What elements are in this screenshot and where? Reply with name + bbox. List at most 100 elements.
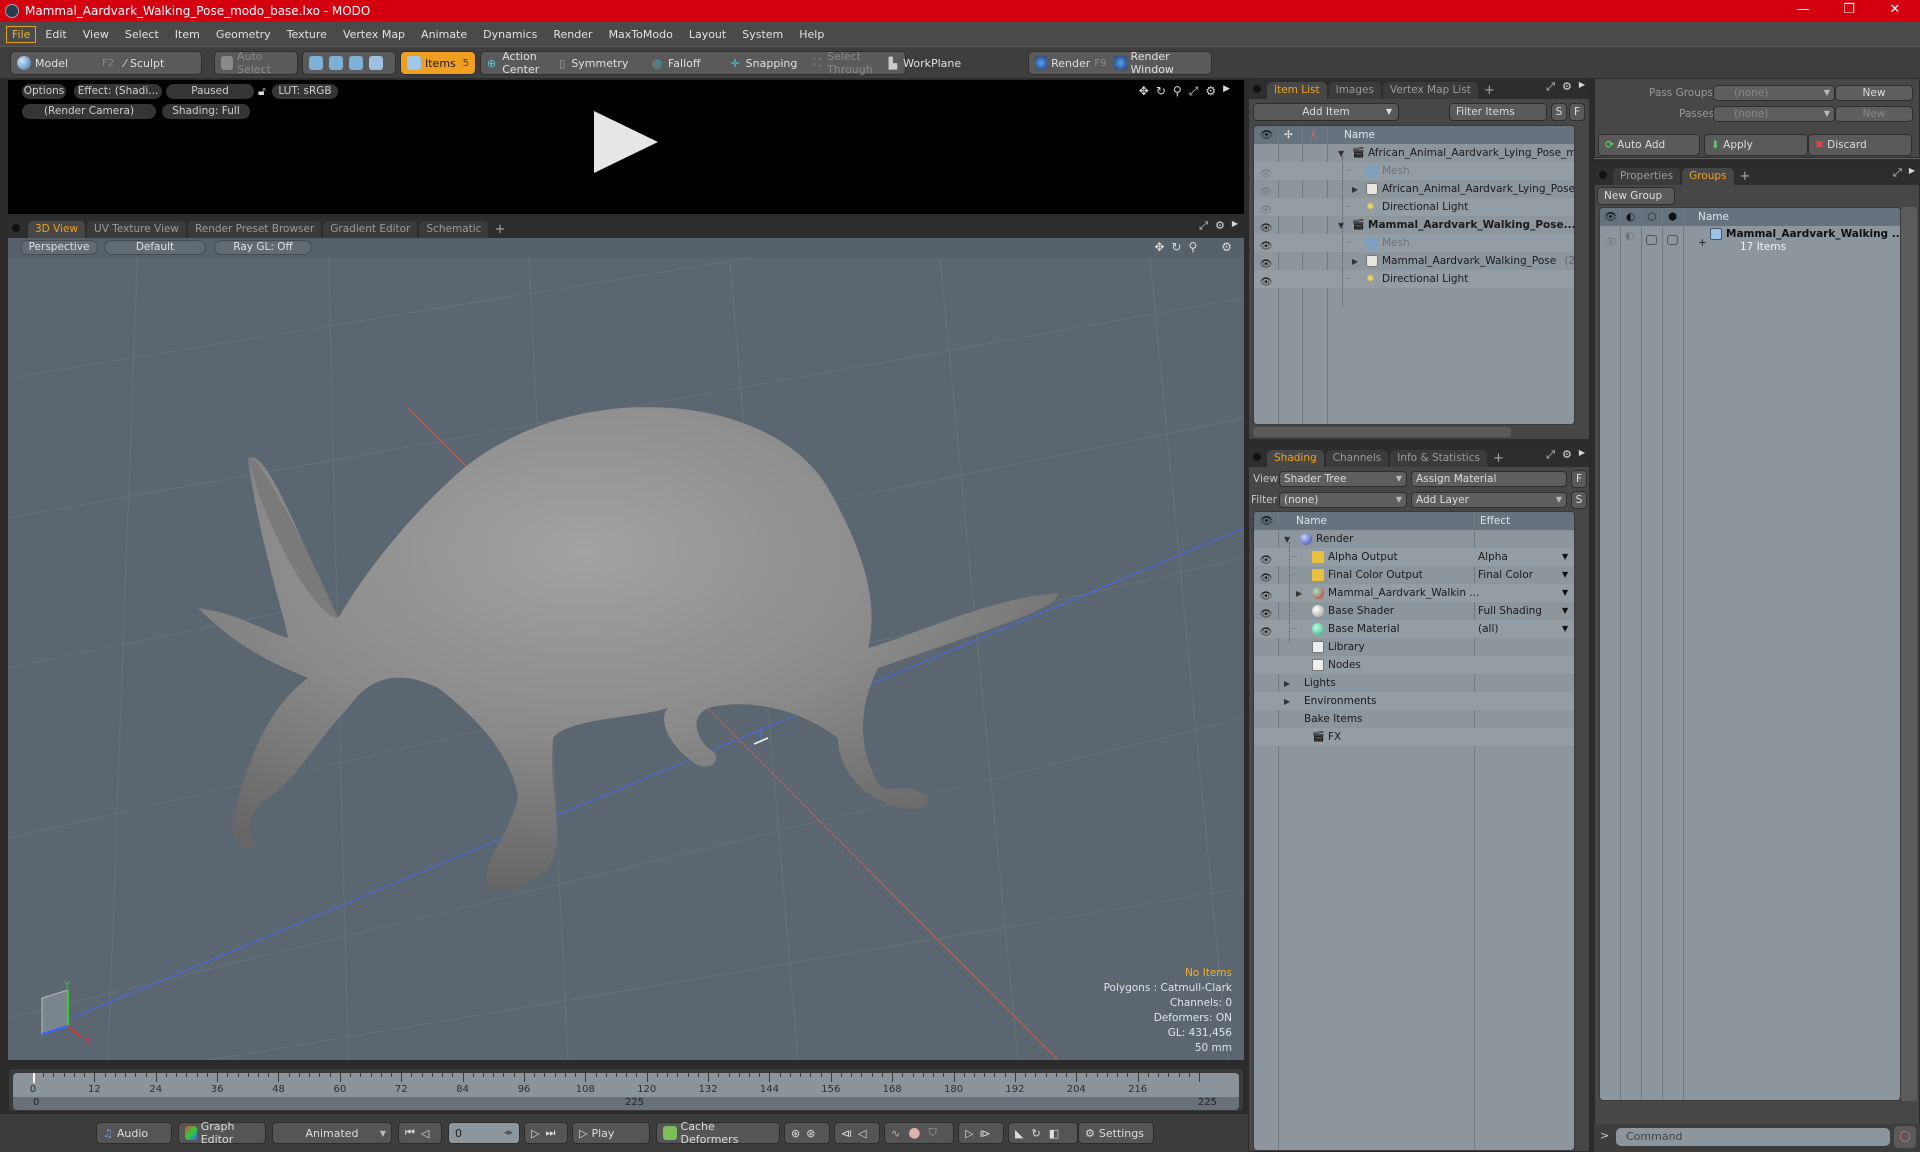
render-button[interactable]: Render bbox=[1051, 57, 1090, 70]
item-list-row[interactable]: 👁︎ ┈ Mesh bbox=[1254, 162, 1574, 180]
polygons-mode-icon[interactable] bbox=[349, 56, 363, 70]
shader-tree-row[interactable]: Library bbox=[1254, 638, 1574, 656]
eye-icon[interactable]: 👁︎ bbox=[1258, 166, 1274, 180]
add-tab-button[interactable]: + bbox=[1489, 450, 1508, 467]
effect-value[interactable]: Alpha bbox=[1478, 548, 1508, 566]
vp-settings-gear-icon[interactable]: ⚙ bbox=[1221, 240, 1232, 254]
select-toggle-box[interactable] bbox=[1667, 235, 1678, 245]
lock-col-icon[interactable]: ⬡ bbox=[1647, 208, 1656, 226]
preview-camera-dropdown[interactable]: (Render Camera) bbox=[22, 104, 156, 119]
frame-input[interactable]: 0 ◂▸ bbox=[448, 1122, 520, 1144]
eye-icon[interactable]: 👁︎ bbox=[1258, 184, 1274, 198]
group-row[interactable]: 👁︎ ◐ + Mammal_Aardvark_Walking ... 17 It… bbox=[1600, 226, 1900, 258]
item-list-row[interactable]: 👁︎ ┈ ✹ Directional Light bbox=[1254, 198, 1574, 216]
items-mode-button[interactable]: Items 5 bbox=[400, 51, 476, 75]
vp-pan-icon[interactable]: ✥ bbox=[1154, 240, 1164, 254]
shader-tree-row[interactable]: Bake Items bbox=[1254, 710, 1574, 728]
preview-shading-dropdown[interactable]: Shading: Full bbox=[162, 104, 250, 119]
tab-shading[interactable]: Shading bbox=[1267, 450, 1324, 467]
expand-closed-icon[interactable]: ▶ bbox=[1284, 693, 1290, 711]
shader-tree-row[interactable]: 👁︎ ┈ Alpha Output Alpha ▼ bbox=[1254, 548, 1574, 566]
key-up-icon[interactable]: ⊛ bbox=[791, 1127, 800, 1140]
eye-icon[interactable]: 👁︎ bbox=[1258, 624, 1274, 638]
goto-end-icon[interactable]: ⏭ bbox=[545, 1126, 555, 1140]
tab-schematic[interactable]: Schematic bbox=[419, 221, 489, 238]
key-filter-icon[interactable]: ⛉ bbox=[928, 1126, 936, 1140]
visibility-col-icon[interactable]: 👁︎ bbox=[1260, 512, 1273, 530]
eye-icon[interactable]: 👁︎ bbox=[1258, 552, 1274, 566]
eye-icon[interactable]: 👁︎ bbox=[1258, 588, 1274, 602]
shader-tree-row[interactable]: 👁︎ ┈ Base Shader Full Shading ▼ bbox=[1254, 602, 1574, 620]
add-layer-dropdown[interactable]: Add Layer ▼ bbox=[1411, 492, 1567, 508]
preview-effect-dropdown[interactable]: Effect: (Shadi... bbox=[74, 84, 162, 99]
viewport-expand-icon[interactable]: ▶ bbox=[1232, 219, 1238, 233]
audio-button[interactable]: ♫ Audio bbox=[96, 1122, 172, 1144]
play-button[interactable]: ▷ Play bbox=[572, 1122, 650, 1144]
close-button[interactable]: ✕ bbox=[1872, 0, 1918, 22]
frame-spinner-icon[interactable]: ◂▸ bbox=[504, 1128, 513, 1138]
shading-s-button[interactable]: S bbox=[1571, 491, 1587, 509]
effect-value[interactable]: Full Shading bbox=[1478, 602, 1542, 620]
sh-maximize-icon[interactable]: ⤢ bbox=[1546, 448, 1555, 462]
render-col-icon[interactable]: ◐ bbox=[1626, 208, 1635, 226]
timeline-ruler[interactable]: 0 12 24 36 48 60 72 84 96 108 120 132 144 156 168 180 19… bbox=[13, 1073, 1239, 1097]
sculpt-button[interactable]: Sculpt bbox=[130, 57, 164, 70]
visibility-col-icon[interactable]: 👁︎ bbox=[1260, 126, 1273, 144]
expand-closed-icon[interactable]: ▶ bbox=[1284, 675, 1290, 693]
key-copy-icon[interactable]: ◧ bbox=[1049, 1127, 1059, 1140]
effect-dropdown-icon[interactable]: ▼ bbox=[1562, 566, 1568, 584]
menu-help[interactable]: Help bbox=[792, 26, 831, 43]
next-key-icon[interactable]: ▷ bbox=[531, 1127, 539, 1140]
tab-info-statistics[interactable]: Info & Statistics bbox=[1390, 450, 1487, 467]
effect-column-header[interactable]: Effect bbox=[1480, 512, 1510, 530]
tab-render-preset-browser[interactable]: Render Preset Browser bbox=[187, 221, 322, 238]
action-center-button[interactable]: Action Center bbox=[502, 50, 539, 76]
passes-dropdown[interactable]: (none) ▼ bbox=[1713, 106, 1835, 122]
tab-channels[interactable]: Channels bbox=[1325, 450, 1389, 467]
shader-tree-row[interactable]: 👁︎ ▶ Mammal_Aardvark_Walkin ... ▼ bbox=[1254, 584, 1574, 602]
pan-icon[interactable]: ✥ bbox=[1139, 84, 1149, 99]
tab-vertex-map-list[interactable]: Vertex Map List bbox=[1382, 82, 1478, 99]
menu-edit[interactable]: Edit bbox=[38, 26, 73, 43]
pass-groups-new-button[interactable]: New bbox=[1835, 85, 1913, 101]
effect-dropdown-icon[interactable]: ▼ bbox=[1562, 620, 1568, 638]
menu-system[interactable]: System bbox=[735, 26, 790, 43]
menu-render[interactable]: Render bbox=[546, 26, 599, 43]
gr-maximize-icon[interactable]: ⤢ bbox=[1893, 166, 1902, 180]
menu-animate[interactable]: Animate bbox=[414, 26, 474, 43]
eye-icon[interactable]: 👁︎ bbox=[1258, 606, 1274, 620]
axis-col-icon[interactable]: ⅄ bbox=[1310, 126, 1316, 144]
item-list-row[interactable]: 👁︎ ▼ 🎬︎ Mammal_Aardvark_Walking_Pose... bbox=[1254, 216, 1574, 234]
eye-icon[interactable]: 👁︎ bbox=[1258, 202, 1274, 216]
groups-vscrollbar[interactable] bbox=[1901, 207, 1917, 1101]
item-list-row[interactable]: 👁︎ ▶ African_Animal_Aardvark_Lying_Pose ..… bbox=[1254, 180, 1574, 198]
graph-editor-button[interactable]: Graph Editor bbox=[178, 1120, 266, 1146]
shader-tree-row[interactable]: 🎬︎ FX bbox=[1254, 728, 1574, 746]
key-loop-icon[interactable]: ↻ bbox=[1031, 1127, 1040, 1140]
sh-gear-icon[interactable]: ⚙ bbox=[1562, 448, 1572, 462]
next-keyframe-icon[interactable]: ▷ bbox=[965, 1127, 973, 1140]
preview-paused-button[interactable]: Paused bbox=[166, 84, 254, 99]
materials-mode-icon[interactable] bbox=[369, 56, 383, 70]
expand-closed-icon[interactable]: ▶ bbox=[1296, 585, 1302, 603]
gr-expand-icon[interactable]: ▶ bbox=[1909, 166, 1915, 180]
model-button[interactable]: Model bbox=[35, 57, 68, 70]
il-gear-icon[interactable]: ⚙ bbox=[1562, 80, 1572, 94]
menu-geometry[interactable]: Geometry bbox=[209, 26, 278, 43]
tab-uv-texture-view[interactable]: UV Texture View bbox=[87, 221, 186, 238]
menu-item[interactable]: Item bbox=[168, 26, 207, 43]
command-input[interactable]: Command bbox=[1616, 1128, 1890, 1146]
expand-closed-icon[interactable]: ▶ bbox=[1352, 253, 1358, 271]
shader-tree-row[interactable]: ▶ Environments bbox=[1254, 692, 1574, 710]
item-list-row[interactable]: 👁︎ ▶ Mammal_Aardvark_Walking_Pose (2) bbox=[1254, 252, 1574, 270]
il-expand-icon[interactable]: ▶ bbox=[1579, 80, 1585, 94]
tab-item-list[interactable]: Item List bbox=[1267, 82, 1327, 99]
render-window-button[interactable]: Render Window bbox=[1131, 50, 1205, 76]
viewport-maximize-icon[interactable]: ⤢ bbox=[1199, 219, 1208, 233]
viewport-gear-icon[interactable]: ⚙ bbox=[1215, 219, 1225, 233]
timeline-range[interactable]: 0 225 225 bbox=[13, 1097, 1239, 1110]
add-tab-button[interactable]: + bbox=[1736, 168, 1755, 185]
projection-dropdown[interactable]: Perspective bbox=[20, 240, 98, 255]
eye-icon[interactable]: 👁︎ bbox=[1258, 256, 1274, 270]
select-col-icon[interactable]: ⬢ bbox=[1668, 208, 1677, 226]
